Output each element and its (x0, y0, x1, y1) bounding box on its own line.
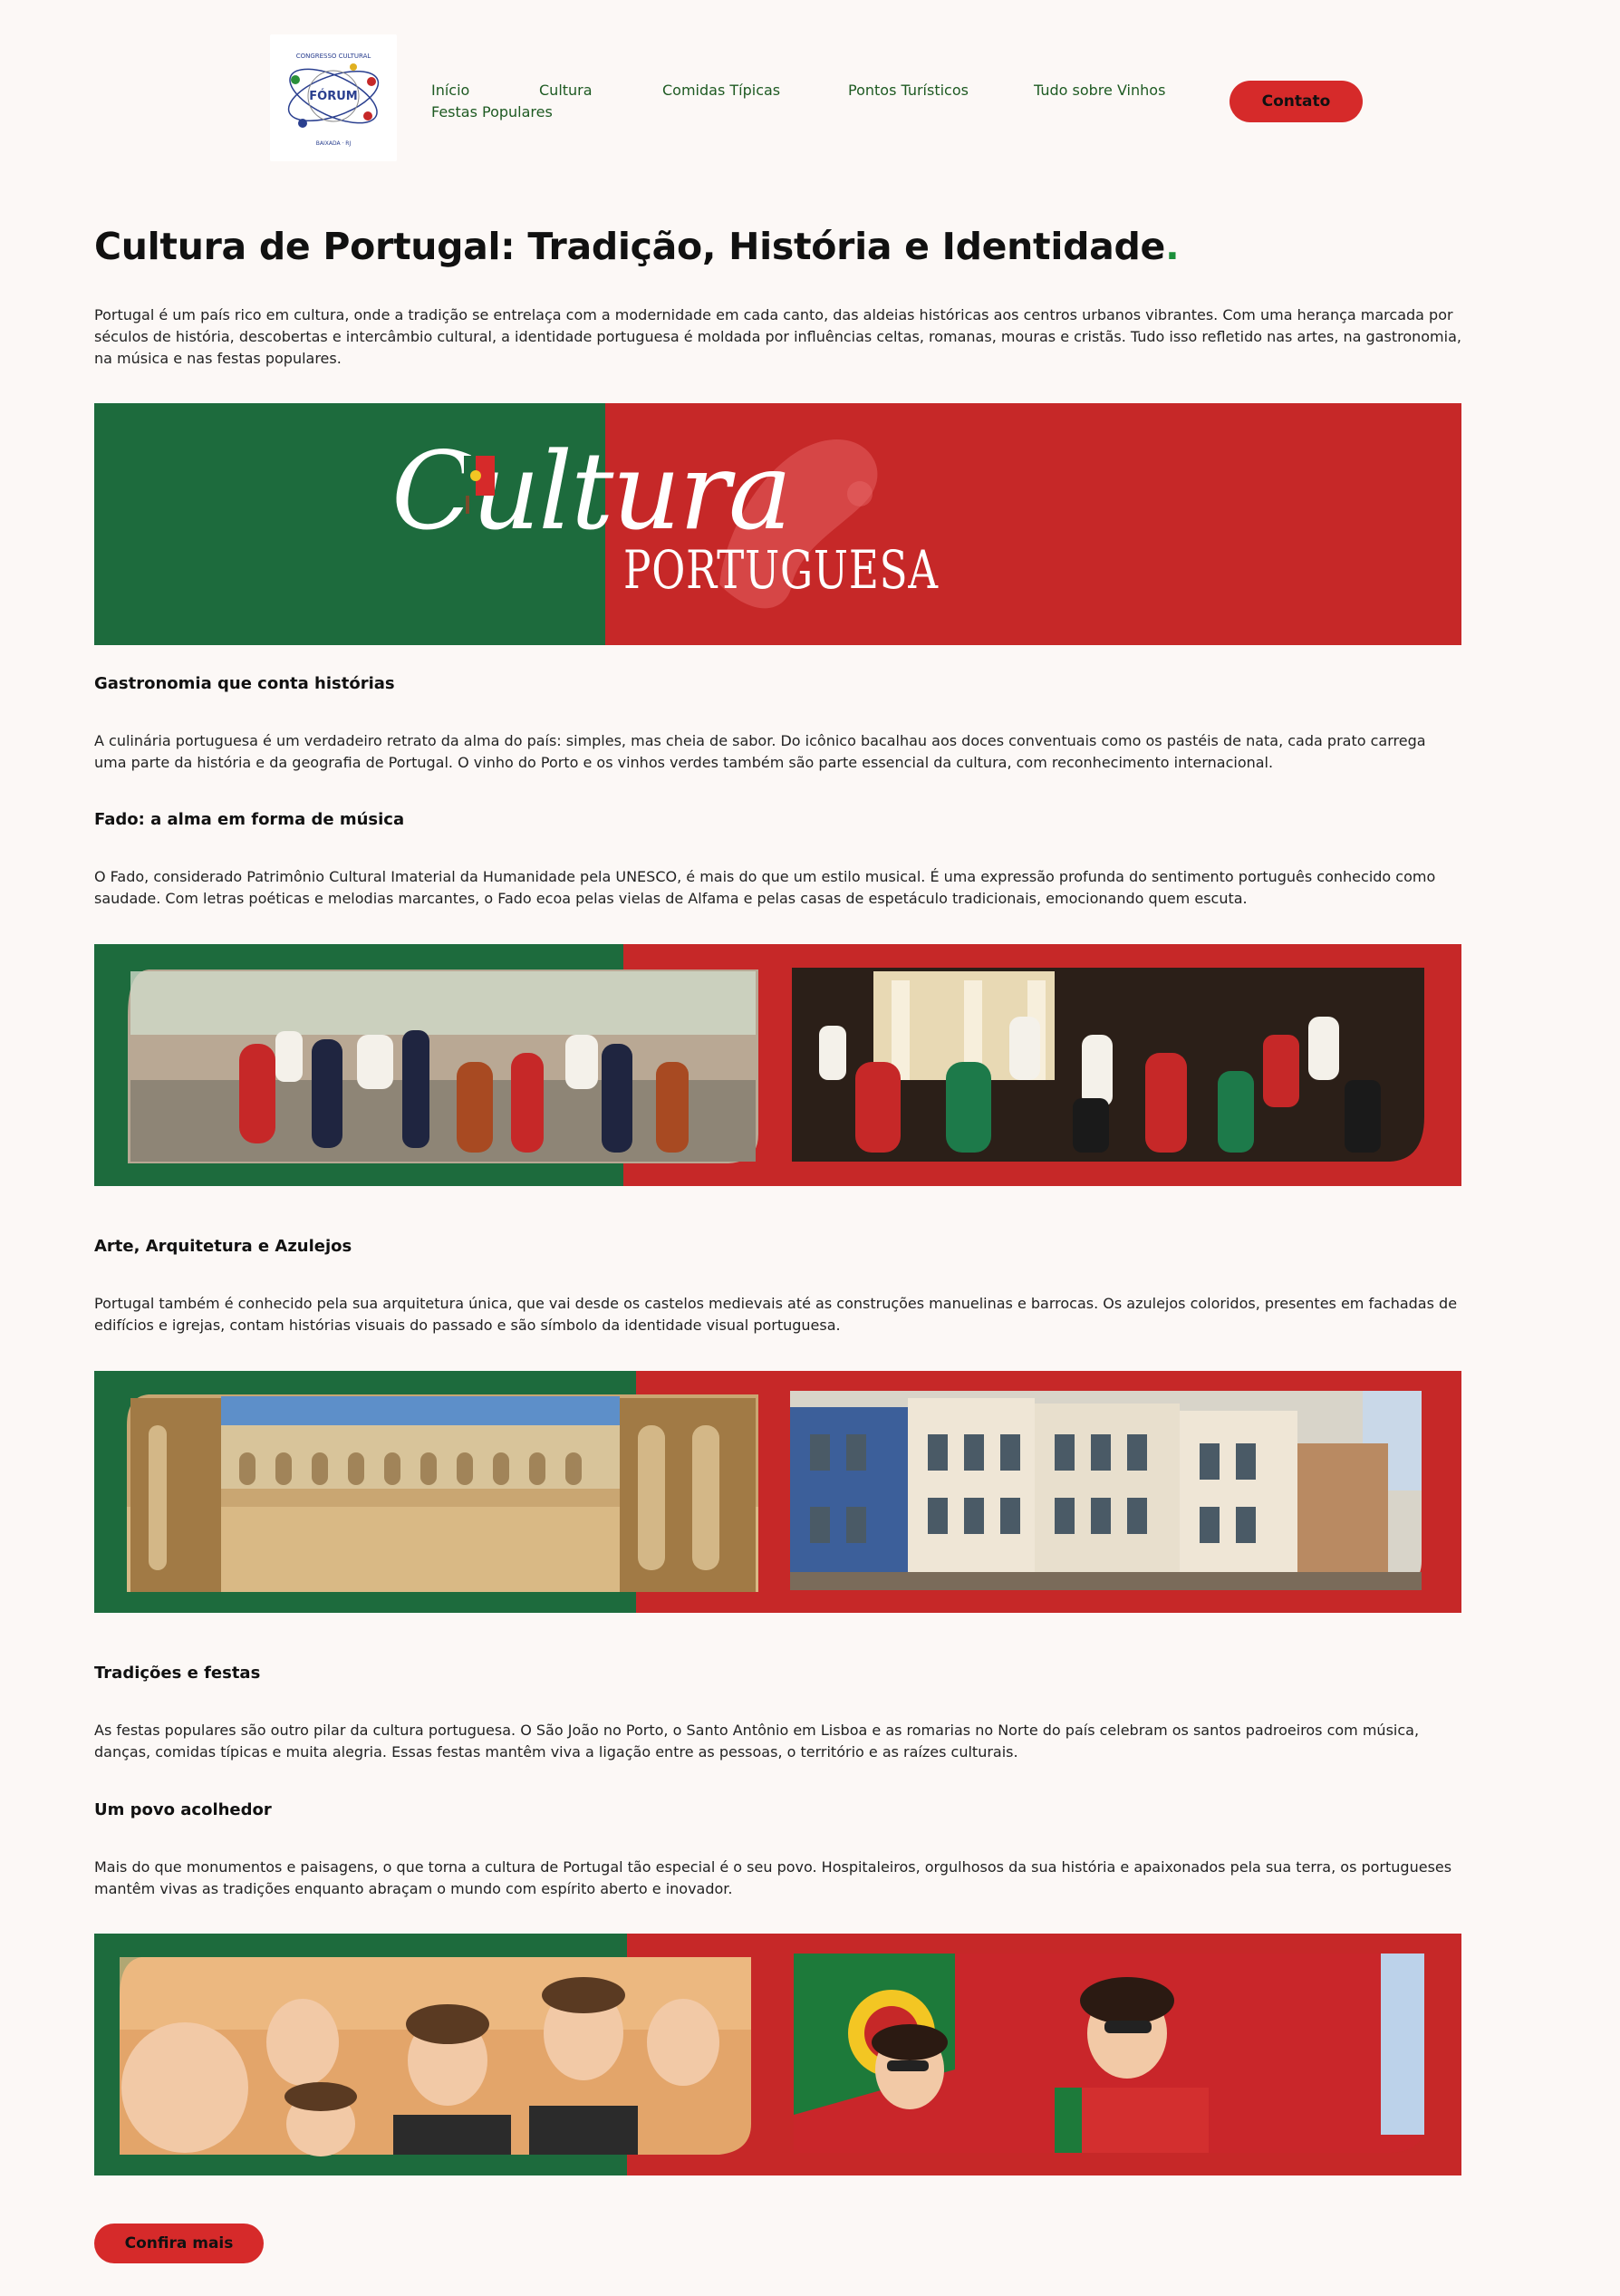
folk-dance-photo-right (792, 968, 1424, 1162)
flag-icon (464, 456, 495, 514)
section-heading-arte: Arte, Arquitetura e Azulejos (94, 1237, 352, 1256)
folk-dance-banner (94, 944, 1461, 1186)
section-text-fado: O Fado, considerado Patrimônio Cultural … (94, 868, 1436, 907)
hero-banner: Cultura PORTUGUESA (94, 403, 1461, 645)
nav-link-cultura[interactable]: Cultura (539, 82, 593, 99)
hero-subtitle: PORTUGUESA (623, 539, 939, 601)
nav-link-inicio[interactable]: Início (431, 82, 469, 99)
section-heading-gastronomia: Gastronomia que conta histórias (94, 674, 395, 693)
tiled-buildings-photo (790, 1391, 1422, 1590)
nav-link-vinhos[interactable]: Tudo sobre Vinhos (1034, 82, 1165, 99)
architecture-banner (94, 1371, 1461, 1613)
monastery-photo (127, 1394, 758, 1592)
nav-link-pontos-turisticos[interactable]: Pontos Turísticos (848, 82, 969, 99)
contact-button[interactable]: Contato (1229, 81, 1363, 122)
people-banner (94, 1934, 1461, 2175)
section-text-arte: Portugal também é conhecido pela sua arq… (94, 1295, 1458, 1334)
section-text-tradicoes: As festas populares são outro pilar da c… (94, 1722, 1420, 1761)
forum-logo-icon: CONGRESSO CULTURAL FÓRUM BAIXADA · RJ (287, 53, 380, 147)
section-text-gastronomia: A culinária portuguesa é um verdadeiro r… (94, 732, 1426, 771)
page-title: Cultura de Portugal: Tradição, História … (94, 225, 1180, 268)
intro-paragraph: Portugal é um país rico em cultura, onde… (94, 306, 1461, 367)
logo-main-text: FÓRUM (309, 89, 357, 103)
logo-top-text: CONGRESSO CULTURAL (296, 53, 371, 60)
logo-bottom-text: BAIXADA · RJ (316, 140, 352, 147)
confira-mais-button[interactable]: Confira mais (94, 2224, 264, 2263)
nav-link-comidas-tipicas[interactable]: Comidas Típicas (662, 82, 780, 99)
section-heading-fado: Fado: a alma em forma de música (94, 810, 405, 829)
nav-link-festas-populares[interactable]: Festas Populares (431, 103, 553, 121)
folk-dance-photo-left (128, 970, 758, 1163)
fans-photo (794, 1954, 1424, 2153)
hero-title: Cultura (391, 429, 792, 554)
section-heading-tradicoes: Tradições e festas (94, 1664, 261, 1683)
site-logo[interactable]: CONGRESSO CULTURAL FÓRUM BAIXADA · RJ (270, 34, 397, 161)
section-heading-povo: Um povo acolhedor (94, 1800, 272, 1819)
section-text-povo: Mais do que monumentos e paisagens, o qu… (94, 1858, 1452, 1897)
group-selfie-photo (120, 1957, 751, 2156)
